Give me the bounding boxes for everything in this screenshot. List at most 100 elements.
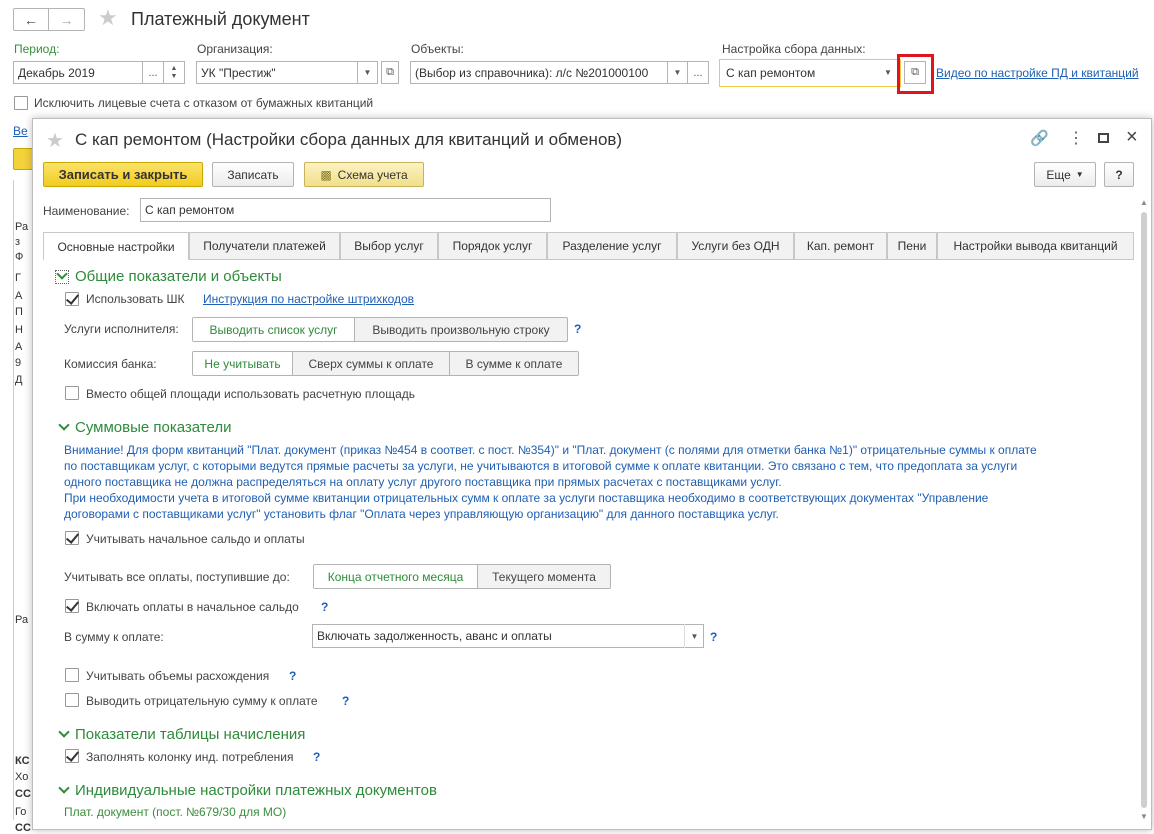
- sum-select[interactable]: Включать задолженность, аванс и оплаты: [312, 624, 704, 648]
- note-line: одного поставщика не должна распределять…: [64, 475, 782, 489]
- tab-service-selection[interactable]: Выбор услуг: [340, 232, 438, 259]
- services-toggle[interactable]: Выводить список услуг Выводить произволь…: [192, 317, 568, 342]
- tab-receipt-output[interactable]: Настройки вывода квитанций: [937, 232, 1134, 259]
- services-option-list[interactable]: Выводить список услуг: [193, 318, 355, 341]
- section-charges-table-title[interactable]: Показатели таблицы начисления: [75, 726, 305, 743]
- scroll-down-icon[interactable]: ▼: [1140, 812, 1148, 821]
- org-open-button[interactable]: ⧉: [381, 61, 399, 84]
- tab-penalties[interactable]: Пени: [887, 232, 937, 259]
- individual-item[interactable]: Плат. документ (пост. №679/30 для МО): [64, 805, 286, 819]
- background-text: А: [15, 341, 23, 353]
- org-label: Организация:: [197, 42, 273, 56]
- services-label: Услуги исполнителя:: [64, 322, 179, 336]
- open-icon: ⧉: [386, 66, 394, 78]
- period-field[interactable]: Декабрь 2019: [13, 61, 143, 84]
- note-line: по поставщикам услуг, с которыми ведутся…: [64, 459, 1018, 473]
- tab-payees[interactable]: Получатели платежей: [189, 232, 340, 259]
- tab-main-settings[interactable]: Основные настройки: [43, 232, 189, 260]
- dropdown-arrow-icon[interactable]: ▼: [684, 624, 704, 648]
- background-green-button[interactable]: [13, 148, 33, 170]
- exclude-checkbox[interactable]: [14, 96, 28, 110]
- fill-column-checkbox[interactable]: [65, 749, 79, 763]
- background-link[interactable]: Ве: [13, 124, 28, 138]
- payments-option-month-end[interactable]: Конца отчетного месяца: [314, 565, 478, 588]
- background-table-cell: Хо: [15, 771, 29, 783]
- period-select-button[interactable]: ...: [142, 61, 164, 84]
- volume-diff-label: Учитывать объемы расхождения: [86, 669, 270, 683]
- section-general-title[interactable]: Общие показатели и объекты: [75, 268, 282, 285]
- initial-balance-checkbox[interactable]: [65, 531, 79, 545]
- tab-service-order[interactable]: Порядок услуг: [438, 232, 547, 259]
- chevron-down-icon: ▼: [1075, 170, 1084, 179]
- services-option-custom[interactable]: Выводить произвольную строку: [355, 318, 567, 341]
- help-button[interactable]: ?: [1104, 162, 1134, 187]
- org-field[interactable]: УК "Престиж": [196, 61, 358, 84]
- name-label: Наименование:: [43, 204, 130, 218]
- page-title: Платежный документ: [131, 9, 310, 29]
- chevron-up-icon: ▲: [170, 64, 178, 72]
- period-stepper[interactable]: ▲ ▼: [163, 61, 185, 84]
- background-text: Ра: [15, 221, 29, 233]
- help-icon[interactable]: ?: [710, 630, 717, 644]
- background-text: Н: [15, 324, 23, 336]
- dropdown-arrow-icon: ▼: [673, 68, 682, 77]
- negative-sum-label: Выводить отрицательную сумму к оплате: [86, 694, 318, 708]
- background-text: Г: [15, 272, 21, 284]
- background-text: А: [15, 290, 23, 302]
- calc-area-checkbox[interactable]: [65, 386, 79, 400]
- arrow-left-icon: ←: [24, 11, 38, 28]
- negative-sum-checkbox[interactable]: [65, 693, 79, 707]
- background-table-cell: СС: [15, 822, 31, 834]
- sum-label: В сумму к оплате:: [64, 630, 164, 644]
- commission-option-none[interactable]: Не учитывать: [193, 352, 293, 375]
- save-button[interactable]: Записать: [212, 162, 294, 187]
- payments-toggle[interactable]: Конца отчетного месяца Текущего момента: [313, 564, 611, 589]
- data-setting-label: Настройка сбора данных:: [722, 42, 866, 56]
- commission-option-in[interactable]: В сумме к оплате: [450, 352, 578, 375]
- scroll-up-icon[interactable]: ▲: [1140, 198, 1148, 207]
- use-barcode-checkbox[interactable]: [65, 292, 79, 306]
- close-icon[interactable]: ×: [1126, 126, 1138, 149]
- barcode-instruction-link[interactable]: Инструкция по настройке штрихкодов: [203, 292, 414, 306]
- org-dropdown-button[interactable]: ▼: [357, 61, 378, 84]
- section-individual-title[interactable]: Индивидуальные настройки платежных докум…: [75, 782, 437, 799]
- section-sum-title[interactable]: Суммовые показатели: [75, 419, 232, 436]
- more-button[interactable]: Еще ▼: [1034, 162, 1096, 187]
- video-link[interactable]: Видео по настройке ПД и квитанций: [936, 66, 1139, 80]
- payments-option-now[interactable]: Текущего момента: [478, 565, 610, 588]
- background-text: Д: [15, 374, 23, 386]
- favorite-star-icon[interactable]: ★: [98, 5, 118, 31]
- maximize-icon[interactable]: [1098, 133, 1109, 143]
- background-text: 9: [15, 357, 22, 369]
- help-icon[interactable]: ?: [289, 669, 296, 683]
- help-icon[interactable]: ?: [574, 322, 581, 336]
- name-field[interactable]: С кап ремонтом: [140, 198, 551, 222]
- forward-button[interactable]: →: [49, 8, 85, 31]
- commission-option-over[interactable]: Сверх суммы к оплате: [293, 352, 450, 375]
- dropdown-arrow-icon[interactable]: ▼: [884, 68, 892, 77]
- more-vert-icon[interactable]: ⋮: [1068, 128, 1084, 148]
- data-setting-field[interactable]: С кап ремонтом: [719, 59, 901, 87]
- scrollbar[interactable]: ▲ ▼: [1139, 198, 1149, 828]
- volume-diff-checkbox[interactable]: [65, 668, 79, 682]
- help-icon[interactable]: ?: [321, 600, 328, 614]
- back-button[interactable]: ←: [13, 8, 49, 31]
- note-line: Внимание! Для форм квитанций "Плат. доку…: [64, 443, 1037, 457]
- objects-dropdown-button[interactable]: ▼: [667, 61, 688, 84]
- objects-field[interactable]: (Выбор из справочника): л/с №201000100: [410, 61, 668, 84]
- fill-column-label: Заполнять колонку инд. потребления: [86, 750, 294, 764]
- save-and-close-button[interactable]: Записать и закрыть: [43, 162, 203, 187]
- tab-capital-repair[interactable]: Кап. ремонт: [794, 232, 887, 259]
- scheme-button[interactable]: ▩ Схема учета: [304, 162, 424, 187]
- include-payments-checkbox[interactable]: [65, 599, 79, 613]
- tab-services-no-odn[interactable]: Услуги без ОДН: [677, 232, 794, 259]
- objects-select-button[interactable]: ...: [687, 61, 709, 84]
- commission-toggle[interactable]: Не учитывать Сверх суммы к оплате В сумм…: [192, 351, 579, 376]
- data-setting-open-button[interactable]: ⧉: [904, 61, 926, 84]
- link-icon[interactable]: 🔗: [1030, 129, 1049, 147]
- scroll-thumb[interactable]: [1141, 212, 1147, 808]
- help-icon[interactable]: ?: [342, 694, 349, 708]
- help-icon[interactable]: ?: [313, 750, 320, 764]
- dialog-star-icon[interactable]: ★: [46, 128, 64, 153]
- tab-service-split[interactable]: Разделение услуг: [547, 232, 677, 259]
